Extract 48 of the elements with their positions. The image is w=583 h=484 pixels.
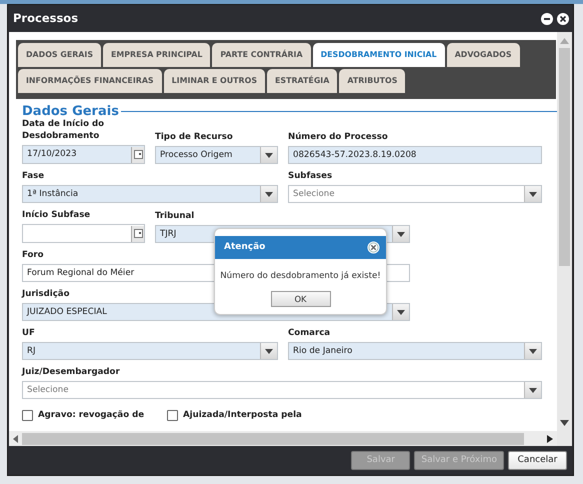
checkbox[interactable] — [167, 410, 178, 421]
dialog-message: Número do desdobramento já existe! — [219, 270, 382, 283]
field-label: Jurisdição — [22, 288, 70, 300]
field-label: Data de Início do Desdobramento — [22, 118, 106, 142]
window-title: Processos — [13, 10, 78, 27]
calendar-icon[interactable] — [131, 226, 144, 242]
vertical-scrollbar[interactable] — [557, 32, 572, 446]
field-label: Subfases — [288, 170, 332, 182]
scroll-down-icon[interactable] — [560, 420, 569, 426]
field-label: UF — [22, 327, 35, 339]
select-field[interactable]: Selecione — [288, 185, 542, 203]
minimize-icon[interactable] — [541, 12, 553, 24]
scroll-right-icon[interactable] — [547, 434, 553, 442]
field-label: Número do Processo — [288, 131, 388, 143]
caret-icon — [260, 343, 277, 359]
field-label: Foro — [22, 249, 44, 261]
caret-icon — [524, 186, 541, 202]
field-label: Fase — [22, 170, 44, 182]
select-field[interactable]: Rio de Janeiro — [288, 342, 542, 360]
caret-icon — [260, 186, 277, 202]
caret-icon — [392, 226, 409, 242]
horizontal-scrollbar[interactable] — [9, 431, 557, 446]
field-label: Tipo de Recurso — [155, 131, 233, 143]
checkbox-label: Ajuizada/Interposta pela — [183, 409, 302, 422]
caret-icon — [524, 382, 541, 398]
select-field[interactable]: Processo Origem — [155, 146, 278, 164]
caret-icon — [524, 343, 541, 359]
scroll-left-icon[interactable] — [13, 434, 19, 442]
field-label: Tribunal — [155, 210, 194, 222]
ok-button[interactable]: OK — [270, 290, 330, 307]
select-field[interactable]: Selecione — [22, 381, 542, 399]
footer-button[interactable]: Cancelar — [508, 451, 567, 470]
close-icon[interactable] — [557, 12, 569, 24]
caret-icon — [260, 147, 277, 163]
dialog-title: Atenção — [224, 240, 266, 254]
caret-icon — [392, 304, 409, 320]
field-label: Comarca — [288, 327, 330, 339]
select-field[interactable]: RJ — [22, 342, 278, 360]
field-label: Juiz/Desembargador — [22, 366, 120, 378]
select-field[interactable]: 1ª Instância — [22, 185, 278, 203]
checkbox[interactable] — [22, 410, 33, 421]
date-field[interactable]: 17/10/2023 — [22, 145, 145, 164]
checkbox-label: Agravo: revogação de — [38, 409, 144, 422]
field-label: Início Subfase — [22, 209, 90, 221]
section-title: Dados Gerais — [22, 105, 119, 118]
calendar-icon[interactable] — [131, 146, 144, 162]
date-field[interactable] — [22, 224, 145, 243]
input-field[interactable]: 0826543-57.2023.8.19.0208 — [288, 146, 542, 164]
